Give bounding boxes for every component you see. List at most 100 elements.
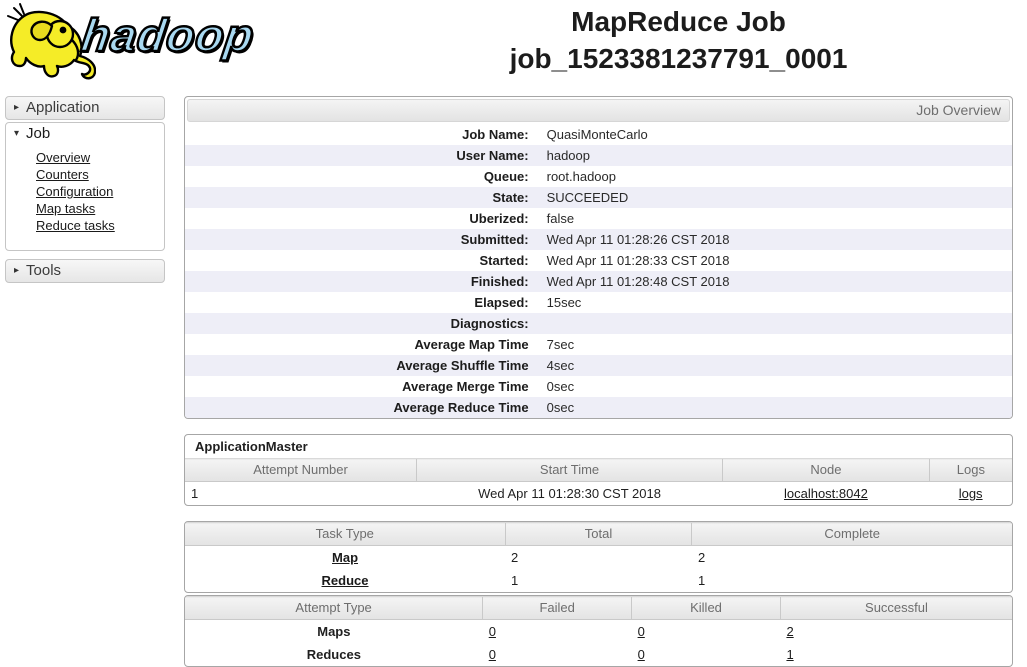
overview-label: Average Shuffle Time	[185, 355, 541, 376]
overview-label: Elapsed:	[185, 292, 541, 313]
page-title-line2: job_1523381237791_0001	[510, 43, 848, 74]
job-links: Overview Counters Configuration Map task…	[6, 145, 164, 250]
sidebar-section-application[interactable]: ▸ Application	[5, 96, 165, 120]
mapreduce-job-page: hadoop MapReduce Job job_1523381237791_0…	[0, 0, 1027, 659]
hadoop-logo: hadoop	[0, 0, 330, 84]
attempt-summary-header-row: Attempt Type Failed Killed Successful	[185, 597, 1012, 620]
overview-row: State: SUCCEEDED	[185, 187, 1012, 208]
page-title-line1: MapReduce Job	[571, 6, 786, 37]
col-attempt-type[interactable]: Attempt Type	[185, 597, 483, 620]
sidebar-item-counters[interactable]: Counters	[36, 166, 164, 183]
application-master-table: ApplicationMaster Attempt Number Start T…	[185, 435, 1012, 505]
overview-value	[541, 313, 1012, 334]
overview-value: 0sec	[541, 376, 1012, 397]
task-total-cell: 2	[505, 546, 692, 570]
application-master-header-row: Attempt Number Start Time Node Logs	[185, 459, 1012, 482]
task-total-cell: 1	[505, 569, 692, 592]
col-successful[interactable]: Successful	[780, 597, 1012, 620]
col-killed[interactable]: Killed	[632, 597, 781, 620]
attempt-type-cell: Maps	[185, 620, 483, 644]
task-summary-row: Map 2 2	[185, 546, 1012, 570]
sidebar-item-overview[interactable]: Overview	[36, 149, 164, 166]
overview-row: Elapsed: 15sec	[185, 292, 1012, 313]
overview-label: Submitted:	[185, 229, 541, 250]
overview-row: User Name: hadoop	[185, 145, 1012, 166]
sidebar-item-configuration[interactable]: Configuration	[36, 183, 164, 200]
task-type-link[interactable]: Reduce	[322, 573, 369, 588]
overview-value: Wed Apr 11 01:28:33 CST 2018	[541, 250, 1012, 271]
killed-count-link[interactable]: 0	[638, 624, 645, 639]
failed-count-link[interactable]: 0	[489, 624, 496, 639]
overview-value: 4sec	[541, 355, 1012, 376]
overview-row: Queue: root.hadoop	[185, 166, 1012, 187]
successful-count-link[interactable]: 2	[786, 624, 793, 639]
overview-label: Average Map Time	[185, 334, 541, 355]
overview-value: Wed Apr 11 01:28:48 CST 2018	[541, 271, 1012, 292]
overview-row: Average Merge Time 0sec	[185, 376, 1012, 397]
task-summary-header-row: Task Type Total Complete	[185, 523, 1012, 546]
col-logs[interactable]: Logs	[929, 459, 1012, 482]
overview-label: Queue:	[185, 166, 541, 187]
col-complete[interactable]: Complete	[692, 523, 1012, 546]
overview-value: SUCCEEDED	[541, 187, 1012, 208]
job-overview-panel: Job Overview Job Name: QuasiMonteCarlo U…	[184, 96, 1013, 419]
overview-label: Job Name:	[185, 124, 541, 145]
attempt-type-cell: Reduces	[185, 643, 483, 666]
sidebar-section-label: Job	[26, 125, 50, 142]
successful-count-link[interactable]: 1	[786, 647, 793, 662]
attempt-summary-table: Attempt Type Failed Killed Successful Ma…	[185, 596, 1012, 666]
task-complete-cell: 2	[692, 546, 1012, 570]
overview-value: hadoop	[541, 145, 1012, 166]
col-start-time[interactable]: Start Time	[417, 459, 723, 482]
sidebar-section-tools[interactable]: ▸ Tools	[5, 259, 165, 283]
overview-row: Submitted: Wed Apr 11 01:28:26 CST 2018	[185, 229, 1012, 250]
overview-row: Diagnostics:	[185, 313, 1012, 334]
chevron-down-icon: ▾	[14, 128, 19, 139]
overview-value: QuasiMonteCarlo	[541, 124, 1012, 145]
overview-value: Wed Apr 11 01:28:26 CST 2018	[541, 229, 1012, 250]
node-link[interactable]: localhost:8042	[784, 486, 868, 501]
chevron-right-icon: ▸	[14, 265, 19, 276]
attempt-summary-row: Reduces 0 0 1	[185, 643, 1012, 666]
sidebar-item-map-tasks[interactable]: Map tasks	[36, 200, 164, 217]
application-master-title: ApplicationMaster	[185, 435, 1012, 459]
sidebar-item-reduce-tasks[interactable]: Reduce tasks	[36, 217, 164, 234]
sidebar-section-job: ▾ Job Overview Counters Configuration Ma…	[5, 122, 165, 251]
main-content: Job Overview Job Name: QuasiMonteCarlo U…	[184, 96, 1013, 667]
overview-row: Finished: Wed Apr 11 01:28:48 CST 2018	[185, 271, 1012, 292]
overview-row: Uberized: false	[185, 208, 1012, 229]
overview-row: Job Name: QuasiMonteCarlo	[185, 124, 1012, 145]
overview-label: Average Reduce Time	[185, 397, 541, 418]
overview-value: false	[541, 208, 1012, 229]
job-overview-header: Job Overview	[187, 99, 1010, 122]
sidebar-section-job-header[interactable]: ▾ Job	[6, 123, 164, 145]
failed-count-link[interactable]: 0	[489, 647, 496, 662]
sidebar-section-label: Tools	[26, 262, 61, 279]
task-summary-panel: Task Type Total Complete Map 2 2 Reduce	[184, 521, 1013, 593]
chevron-right-icon: ▸	[14, 102, 19, 113]
task-type-link[interactable]: Map	[332, 550, 358, 565]
col-node[interactable]: Node	[723, 459, 930, 482]
overview-row: Started: Wed Apr 11 01:28:33 CST 2018	[185, 250, 1012, 271]
col-task-type[interactable]: Task Type	[185, 523, 505, 546]
overview-value: root.hadoop	[541, 166, 1012, 187]
sidebar-nav: ▸ Application ▾ Job Overview Counters Co…	[5, 96, 165, 285]
overview-label: Started:	[185, 250, 541, 271]
task-complete-cell: 1	[692, 569, 1012, 592]
overview-value: 7sec	[541, 334, 1012, 355]
overview-value: 15sec	[541, 292, 1012, 313]
logs-link[interactable]: logs	[959, 486, 983, 501]
overview-label: Diagnostics:	[185, 313, 541, 334]
col-attempt-number[interactable]: Attempt Number	[185, 459, 417, 482]
sidebar-section-label: Application	[26, 99, 99, 116]
hadoop-logo-text: hadoop	[78, 8, 258, 62]
overview-label: Average Merge Time	[185, 376, 541, 397]
application-master-row: 1 Wed Apr 11 01:28:30 CST 2018 localhost…	[185, 482, 1012, 506]
attempt-summary-row: Maps 0 0 2	[185, 620, 1012, 644]
col-total[interactable]: Total	[505, 523, 692, 546]
application-master-panel: ApplicationMaster Attempt Number Start T…	[184, 434, 1013, 506]
page-title: MapReduce Job job_1523381237791_0001	[330, 0, 1027, 77]
attempt-summary-panel: Attempt Type Failed Killed Successful Ma…	[184, 595, 1013, 667]
col-failed[interactable]: Failed	[483, 597, 632, 620]
killed-count-link[interactable]: 0	[638, 647, 645, 662]
